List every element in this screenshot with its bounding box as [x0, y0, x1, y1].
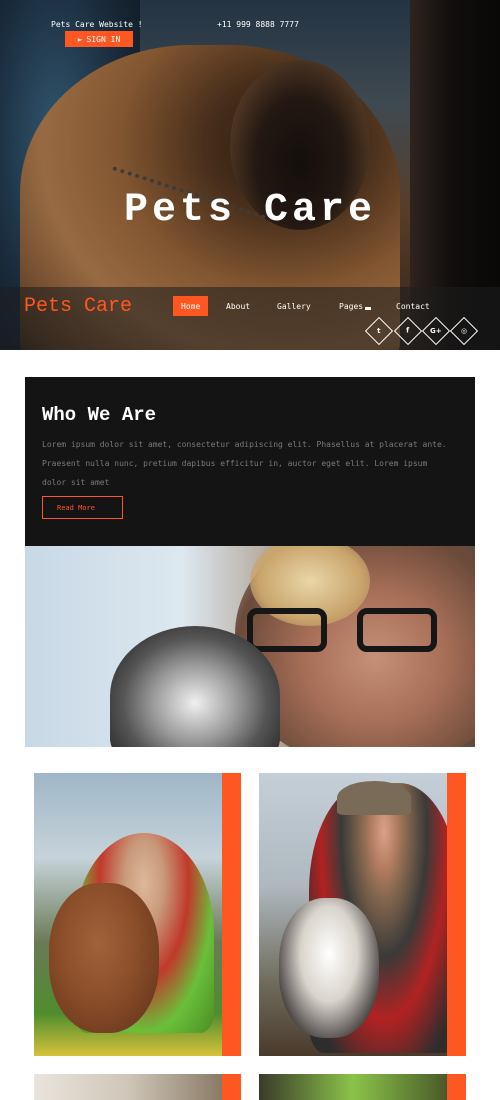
nav-item-pages[interactable]: Pages	[339, 296, 372, 316]
hero-title: Pets Care	[123, 188, 377, 233]
puppy-image	[49, 883, 159, 1033]
partial-photo-left	[34, 1074, 222, 1100]
main-navbar: Pets Care Home About Gallery Pages Conta…	[0, 287, 500, 350]
dribbble-icon[interactable]: ◎	[449, 316, 479, 346]
caret-down-icon	[365, 306, 372, 310]
cap-image	[337, 781, 411, 815]
gallery-card-partial-right[interactable]	[259, 1074, 466, 1100]
twitter-glyph: t	[377, 326, 381, 335]
facebook-icon[interactable]: f	[393, 316, 423, 346]
sign-in-label: SIGN IN	[86, 34, 121, 44]
partial-photo-right	[259, 1074, 447, 1100]
website-label: Pets Care Website !	[51, 20, 143, 29]
read-more-button[interactable]: Read More	[42, 496, 123, 519]
gallery-card-man-with-husky[interactable]	[259, 773, 466, 1056]
woman-with-dog-photo	[34, 773, 222, 1056]
gallery-card-partial-left[interactable]	[34, 1074, 241, 1100]
nav-item-home[interactable]: Home	[173, 296, 209, 316]
sign-in-icon: ►	[77, 34, 83, 44]
about-text: Lorem ipsum dolor sit amet, consectetur …	[42, 440, 447, 487]
google-plus-glyph: G+	[430, 327, 442, 335]
google-plus-icon[interactable]: G+	[421, 316, 451, 346]
nav-item-contact[interactable]: Contact	[396, 296, 430, 316]
husky-image	[279, 898, 379, 1038]
twitter-icon[interactable]: t	[364, 316, 394, 346]
card-accent-bar	[447, 773, 466, 1056]
card-accent-bar	[222, 1074, 241, 1100]
man-with-husky-photo	[259, 773, 447, 1056]
card-accent-bar	[222, 773, 241, 1056]
dribbble-glyph: ◎	[460, 326, 468, 335]
sign-in-button[interactable]: ► SIGN IN	[65, 31, 133, 47]
glasses-image	[247, 608, 447, 658]
about-section: Who We Are Lorem ipsum dolor sit amet, c…	[25, 377, 475, 747]
nav-item-about[interactable]: About	[226, 296, 250, 316]
phone-number[interactable]: +11 999 8888 7777	[217, 20, 299, 29]
nav-item-gallery[interactable]: Gallery	[277, 296, 311, 316]
brand-logo[interactable]: Pets Care	[24, 295, 132, 318]
nav-item-pages-label: Pages	[339, 301, 364, 311]
card-accent-bar	[447, 1074, 466, 1100]
about-title: Who We Are	[42, 404, 157, 426]
gallery-card-woman-with-dog[interactable]	[34, 773, 241, 1056]
about-photo-man-with-kitten	[25, 546, 475, 747]
facebook-glyph: f	[406, 326, 410, 335]
hero-banner: Pets Care Website ! +11 999 8888 7777 ► …	[0, 0, 500, 350]
